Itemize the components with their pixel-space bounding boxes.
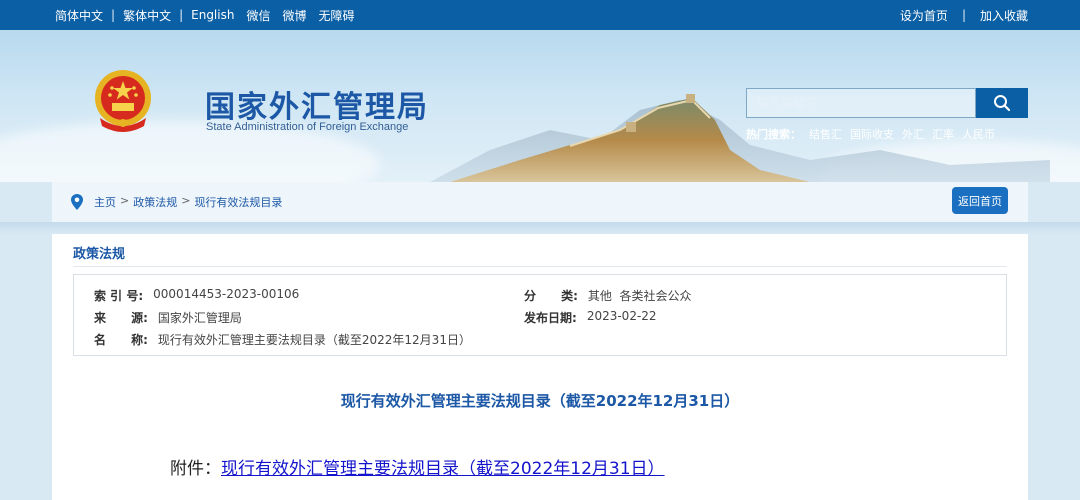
national-emblem-icon <box>95 70 151 132</box>
lang-simplified-link[interactable]: 简体中文 <box>55 7 103 24</box>
breadcrumb-bar: 主页 > 政策法规 > 现行有效法规目录 返回首页 <box>52 182 1028 222</box>
hot-term-link[interactable]: 人民币 <box>962 126 995 142</box>
meta-date-value: 2023-02-22 <box>586 309 657 323</box>
site-subtitle: State Administration of Foreign Exchange <box>206 121 409 133</box>
hot-term-link[interactable]: 汇率 <box>932 126 954 142</box>
document-title: 现行有效外汇管理主要法规目录（截至2022年12月31日） <box>340 392 740 410</box>
meta-date-label: 发布日期: <box>524 311 577 325</box>
hot-search: 热门搜索： 结售汇 国际收支 外汇 汇率 人民币 <box>746 126 995 142</box>
meta-category-value: 其他 各类社会公众 <box>587 289 692 303</box>
header-banner: 国家外汇管理局 State Administration of Foreign … <box>0 30 1080 182</box>
breadcrumb-separator: > <box>181 194 191 207</box>
separator: | <box>111 8 116 22</box>
meta-index-value: 000014453-2023-00106 <box>153 287 300 301</box>
search-input[interactable] <box>746 88 976 118</box>
breadcrumb-current[interactable]: 现行有效法规目录 <box>194 194 282 210</box>
breadcrumb-separator: > <box>120 194 130 207</box>
meta-index-label: 索 引 号: <box>94 289 144 303</box>
meta-name-label: 名 称: <box>94 333 148 347</box>
attachment-label: 附件： <box>170 459 221 479</box>
section-title: 政策法规 <box>73 247 126 262</box>
wechat-link[interactable]: 微信 <box>246 7 270 24</box>
meta-name-value: 现行有效外汇管理主要法规目录（截至2022年12月31日） <box>157 333 471 347</box>
search-icon <box>994 95 1011 112</box>
meta-name-row: 名 称: 现行有效外汇管理主要法规目录（截至2022年12月31日） <box>94 331 471 348</box>
meta-source-value: 国家外汇管理局 <box>157 311 242 325</box>
breadcrumb: 主页 > 政策法规 > 现行有效法规目录 <box>94 194 282 210</box>
hot-term-link[interactable]: 结售汇 <box>809 126 842 142</box>
separator: | <box>179 8 184 22</box>
hot-term-link[interactable]: 外汇 <box>902 126 924 142</box>
lang-english-link[interactable]: English <box>191 8 234 22</box>
hot-search-label: 热门搜索： <box>746 128 801 141</box>
search-bar <box>746 88 1028 118</box>
hot-term-link[interactable]: 国际收支 <box>850 126 894 142</box>
main-content: 政策法规 索 引 号: 000014453-2023-00106 来 源: 国家… <box>52 234 1028 500</box>
section-divider <box>73 266 1007 267</box>
divider-strip <box>0 222 1080 234</box>
back-home-button[interactable]: 返回首页 <box>952 187 1008 214</box>
top-bar: 简体中文 | 繁体中文 | English 微信 微博 无障碍 设为首页 | 加… <box>0 0 1080 30</box>
attachment-link[interactable]: 现行有效外汇管理主要法规目录（截至2022年12月31日） <box>221 454 665 479</box>
attachment-line: 附件： 现行有效外汇管理主要法规目录（截至2022年12月31日） <box>170 454 665 479</box>
accessibility-link[interactable]: 无障碍 <box>319 7 355 24</box>
site-title: 国家外汇管理局 <box>205 90 429 125</box>
breadcrumb-policy[interactable]: 政策法规 <box>133 194 177 210</box>
meta-index-row: 索 引 号: 000014453-2023-00106 <box>94 287 299 304</box>
lang-traditional-link[interactable]: 繁体中文 <box>123 7 171 24</box>
meta-source-row: 来 源: 国家外汇管理局 <box>94 309 242 326</box>
separator: | <box>961 8 966 22</box>
add-favorite-link[interactable]: 加入收藏 <box>980 7 1028 24</box>
meta-category-row: 分 类: 其他 各类社会公众 <box>524 287 692 304</box>
meta-source-label: 来 源: <box>94 311 148 325</box>
document-meta-box: 索 引 号: 000014453-2023-00106 来 源: 国家外汇管理局… <box>73 274 1007 356</box>
meta-date-row: 发布日期: 2023-02-22 <box>524 309 657 326</box>
breadcrumb-home[interactable]: 主页 <box>94 194 116 210</box>
weibo-link[interactable]: 微博 <box>282 7 306 24</box>
meta-category-label: 分 类: <box>524 289 578 303</box>
search-button[interactable] <box>976 88 1028 118</box>
location-pin-icon <box>71 194 83 210</box>
set-home-link[interactable]: 设为首页 <box>900 7 948 24</box>
